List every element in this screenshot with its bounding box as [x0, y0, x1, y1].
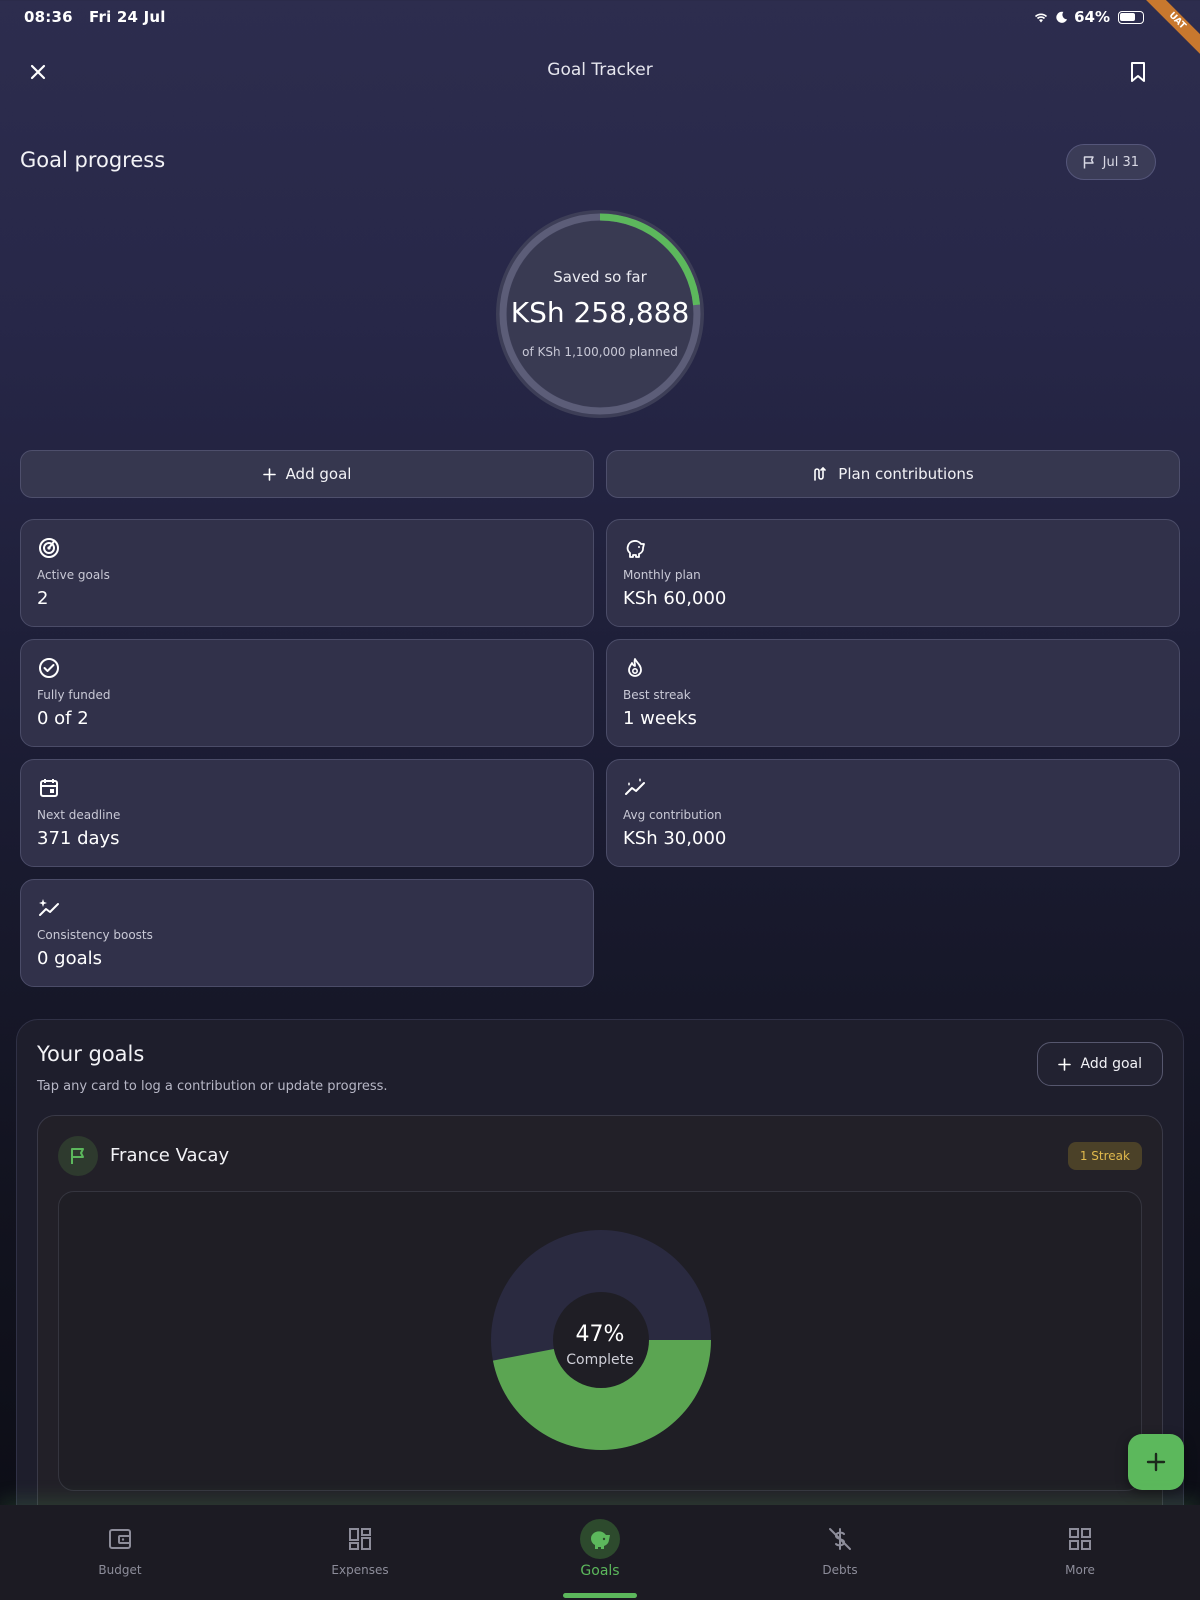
add-goal-label: Add goal — [285, 465, 352, 483]
piggy-bank-icon — [626, 540, 645, 558]
plus-icon — [1146, 1452, 1166, 1472]
goal-complete-label: Complete — [566, 1352, 634, 1368]
stat-card-monthly-plan: Monthly plan KSh 60,000 — [606, 519, 1180, 627]
nav-label: Goals — [580, 1563, 620, 1579]
goal-percent: 47% — [575, 1322, 625, 1347]
trend-icon — [625, 778, 645, 795]
saved-amount: KSh 258,888 — [510, 296, 690, 329]
nav-item-expenses[interactable]: Expenses — [290, 1519, 430, 1577]
stat-label: Monthly plan — [623, 568, 701, 582]
check-circle-icon — [39, 658, 59, 678]
stat-card-best-streak: Best streak 1 weeks — [606, 639, 1180, 747]
stat-label: Active goals — [37, 568, 110, 582]
stat-card-avg-contribution: Avg contribution KSh 30,000 — [606, 759, 1180, 867]
moon-icon — [1056, 11, 1068, 23]
stat-card-active-goals: Active goals 2 — [20, 519, 594, 627]
stat-value: 371 days — [37, 828, 120, 849]
goal-avatar — [58, 1136, 98, 1176]
planned-text: of KSh 1,100,000 planned — [522, 345, 678, 359]
stat-card-consistency-boosts: Consistency boosts 0 goals — [20, 879, 594, 987]
plan-contributions-button[interactable]: Plan contributions — [606, 450, 1180, 498]
flame-icon — [628, 658, 642, 677]
add-goal-button[interactable]: Add goal — [20, 450, 594, 498]
target-icon — [39, 538, 59, 558]
stat-label: Best streak — [623, 688, 691, 702]
deadline-chip[interactable]: Jul 31 — [1065, 144, 1156, 180]
bookmark-button[interactable] — [1120, 54, 1156, 90]
bookmark-icon — [1131, 62, 1145, 82]
your-goals-title: Your goals — [37, 1042, 145, 1066]
wallet-icon — [109, 1529, 131, 1549]
time-text: 08:36 — [24, 8, 73, 26]
streak-badge: 1 Streak — [1067, 1142, 1142, 1170]
stat-value: 2 — [37, 588, 49, 609]
goal-progress-title: Goal progress — [20, 148, 166, 172]
stat-value: 0 goals — [37, 948, 103, 969]
plus-icon — [262, 467, 276, 481]
home-indicator — [563, 1593, 637, 1598]
saved-label: Saved so far — [553, 268, 647, 286]
status-bar: 08:36 Fri 24 Jul 64% UAT — [0, 0, 1200, 58]
sparkle-trend-icon — [39, 899, 59, 916]
add-fab-button[interactable] — [1128, 1434, 1184, 1490]
route-icon — [814, 466, 827, 481]
battery-text: 64% — [1074, 8, 1110, 26]
stat-value: KSh 60,000 — [623, 588, 727, 609]
stat-card-fully-funded: Fully funded 0 of 2 — [20, 639, 594, 747]
stat-value: KSh 30,000 — [623, 828, 727, 849]
stat-label: Consistency boosts — [37, 928, 153, 942]
nav-label: Expenses — [331, 1563, 389, 1577]
nav-label: Budget — [98, 1563, 142, 1577]
goal-name: France Vacay — [110, 1145, 230, 1166]
ring-center: Saved so far KSh 258,888 of KSh 1,100,00… — [496, 210, 704, 418]
page-title: Goal Tracker — [547, 60, 653, 80]
plan-contributions-label: Plan contributions — [838, 465, 974, 483]
deadline-chip-label: Jul 31 — [1102, 154, 1139, 170]
piggy-bank-icon — [590, 1531, 610, 1549]
dashboard-icon — [349, 1528, 371, 1550]
nav-item-debts[interactable]: Debts — [770, 1519, 910, 1577]
stat-label: Fully funded — [37, 688, 111, 702]
nav-label: Debts — [822, 1563, 858, 1577]
panel-add-goal-label: Add goal — [1080, 1056, 1142, 1072]
stat-label: Next deadline — [37, 808, 121, 822]
bottom-nav: Budget Expenses Goals Debts More — [0, 1505, 1200, 1600]
nav-item-more[interactable]: More — [1010, 1519, 1150, 1577]
grid-icon — [1069, 1528, 1091, 1550]
nav-label: More — [1065, 1563, 1095, 1577]
calendar-icon — [40, 779, 58, 797]
stat-label: Avg contribution — [623, 808, 722, 822]
your-goals-subtitle: Tap any card to log a contribution or up… — [37, 1079, 388, 1094]
app-bar: Goal Tracker — [0, 48, 1200, 94]
nav-item-budget[interactable]: Budget — [50, 1519, 190, 1577]
status-time: 08:36 Fri 24 Jul — [24, 8, 166, 26]
panel-add-goal-button[interactable]: Add goal — [1036, 1042, 1163, 1086]
date-text: Fri 24 Jul — [89, 8, 166, 26]
stat-value: 0 of 2 — [37, 708, 89, 729]
flag-icon — [1083, 155, 1094, 168]
stat-card-next-deadline: Next deadline 371 days — [20, 759, 594, 867]
no-money-icon — [829, 1528, 851, 1550]
flag-icon — [71, 1148, 84, 1164]
nav-item-goals[interactable]: Goals — [530, 1519, 670, 1579]
goal-chart-area: 47% Complete — [58, 1191, 1142, 1491]
stat-value: 1 weeks — [623, 708, 697, 729]
wifi-icon — [1035, 13, 1048, 23]
status-right: 64% — [1033, 8, 1144, 26]
plus-icon — [1057, 1057, 1071, 1071]
